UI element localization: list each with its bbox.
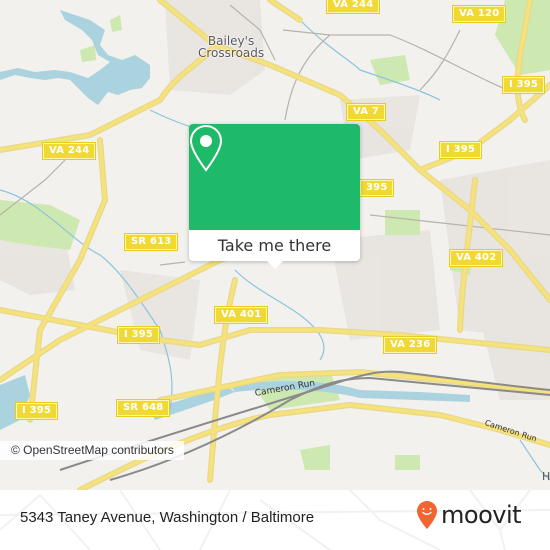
road-shield-va-244-left: VA 244 [41, 142, 97, 160]
road-shield-va-244: VA 244 [325, 0, 381, 14]
map[interactable]: Bailey's Crossroads VA 244 VA 120 I 395 … [0, 0, 550, 490]
road-shield-va-402: VA 402 [448, 249, 504, 267]
moovit-pin-icon [417, 501, 437, 529]
map-pin-icon [189, 124, 223, 172]
place-label-baileys-crossroads: Bailey's Crossroads [198, 35, 264, 59]
edge-place-label: H [542, 470, 550, 483]
popup-pointer [266, 260, 284, 269]
address-text: 5343 Taney Avenue, Washington / Baltimor… [20, 509, 315, 526]
road-shield-va-236: VA 236 [382, 336, 438, 354]
road-shield-i-395-left: I 395 [116, 326, 161, 344]
place-label-line2: Crossroads [198, 46, 265, 60]
road-shield-sr-648: SR 648 [115, 399, 171, 417]
road-shield-i-395: I 395 [501, 76, 546, 94]
road-shield-va-7: VA 7 [345, 103, 387, 121]
road-shield-i-395-bottom-left: I 395 [14, 402, 59, 420]
moovit-wordmark: moovit [441, 501, 522, 529]
road-shield-sr-613: SR 613 [123, 233, 179, 251]
map-attribution[interactable]: © OpenStreetMap contributors [0, 441, 184, 460]
map-card: Bailey's Crossroads VA 244 VA 120 I 395 … [0, 0, 550, 550]
road-shield-va-401: VA 401 [213, 306, 269, 324]
footer: 5343 Taney Avenue, Washington / Baltimor… [0, 490, 550, 550]
road-shield-i-395-mid: I 395 [438, 141, 483, 159]
road-shield-395-center: 395 [358, 179, 395, 197]
take-me-there-popup[interactable]: Take me there [189, 124, 360, 269]
take-me-there-button[interactable]: Take me there [189, 230, 360, 261]
moovit-logo[interactable]: moovit [416, 500, 522, 530]
road-shield-va-120: VA 120 [451, 5, 507, 23]
popup-header [189, 124, 360, 230]
